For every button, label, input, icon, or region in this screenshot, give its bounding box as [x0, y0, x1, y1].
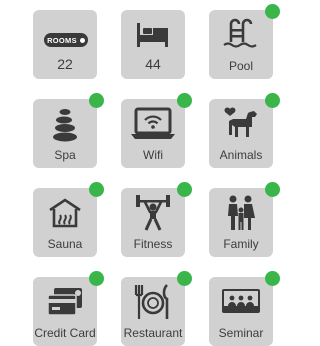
- amenities-grid: ROOMS 22 44 Pool Spa Wifi Animals Sauna …: [33, 4, 280, 346]
- pool-active-dot: [265, 4, 280, 19]
- sauna-label: Sauna: [47, 237, 83, 251]
- seminar-active-dot: [265, 271, 280, 286]
- sauna-active-dot: [89, 182, 104, 197]
- family-active-dot: [265, 182, 280, 197]
- pool-icon: [209, 17, 273, 53]
- rooms-tile[interactable]: ROOMS 22: [33, 10, 97, 79]
- rooms-badge-label: ROOMS: [47, 35, 77, 45]
- restaurant-label: Restaurant: [123, 326, 183, 340]
- seminar-label: Seminar: [218, 326, 264, 340]
- pool-label: Pool: [228, 59, 254, 73]
- pool-tile[interactable]: Pool: [209, 4, 280, 79]
- animals-active-dot: [265, 93, 280, 108]
- family-icon: [209, 195, 273, 231]
- wifi-label: Wifi: [143, 148, 163, 162]
- beds-count: 44: [145, 56, 161, 72]
- dog-heart-icon: [209, 106, 273, 142]
- wifi-tile[interactable]: Wifi: [121, 93, 192, 168]
- fitness-active-dot: [177, 182, 192, 197]
- seminar-icon: [209, 284, 273, 320]
- fitness-label: Fitness: [133, 237, 173, 251]
- bed-icon: [121, 17, 185, 53]
- fitness-tile[interactable]: Fitness: [121, 182, 192, 257]
- spa-active-dot: [89, 93, 104, 108]
- animals-label: Animals: [219, 148, 263, 162]
- rooms-count: 22: [57, 56, 73, 72]
- sauna-tile[interactable]: Sauna: [33, 182, 104, 257]
- credit-card-label: Credit Card: [34, 326, 96, 340]
- sauna-icon: [33, 195, 97, 231]
- credit-card-icon: [33, 284, 97, 320]
- spa-stones-icon: [33, 106, 97, 142]
- family-tile[interactable]: Family: [209, 182, 280, 257]
- rooms-badge: ROOMS: [44, 33, 88, 47]
- credit-card-tile[interactable]: Credit Card: [33, 271, 104, 346]
- animals-tile[interactable]: Animals: [209, 93, 280, 168]
- restaurant-tile[interactable]: Restaurant: [121, 271, 192, 346]
- spa-tile[interactable]: Spa: [33, 93, 104, 168]
- restaurant-active-dot: [177, 271, 192, 286]
- seminar-tile[interactable]: Seminar: [209, 271, 280, 346]
- family-label: Family: [223, 237, 259, 251]
- beds-tile[interactable]: 44: [121, 10, 185, 79]
- wifi-active-dot: [177, 93, 192, 108]
- wifi-laptop-icon: [121, 106, 185, 142]
- credit-card-active-dot: [89, 271, 104, 286]
- restaurant-icon: [121, 284, 185, 320]
- weightlifter-icon: [121, 195, 185, 231]
- spa-label: Spa: [54, 148, 76, 162]
